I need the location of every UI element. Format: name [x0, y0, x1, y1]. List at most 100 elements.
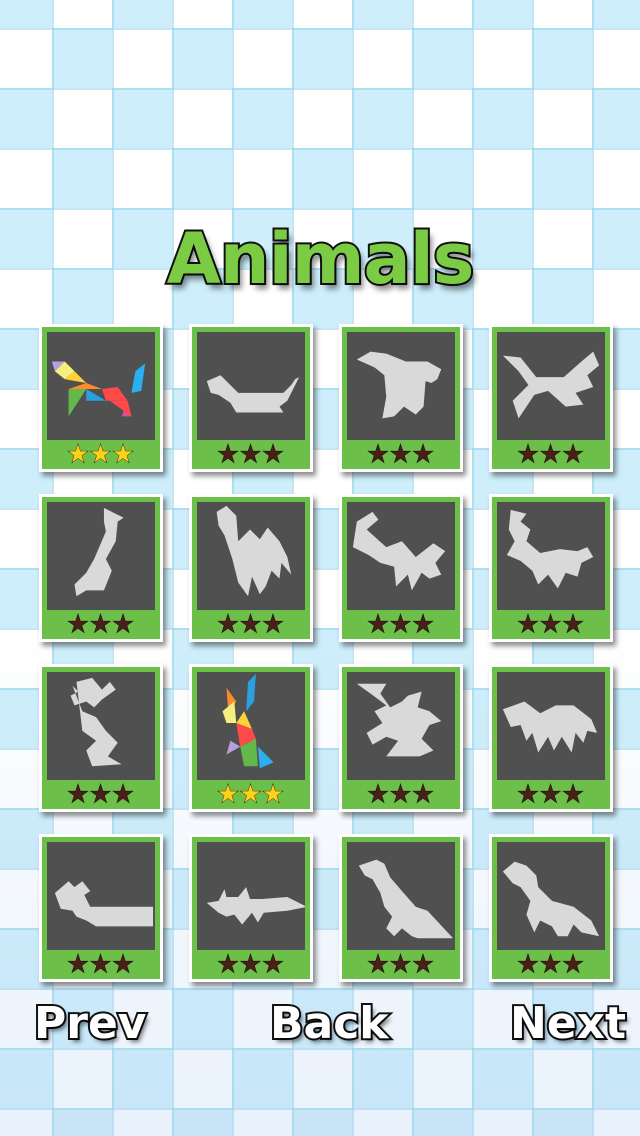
star-empty-icon: ★	[412, 440, 435, 468]
star-empty-icon: ★	[112, 610, 135, 638]
star-rating: ★★★	[42, 780, 160, 808]
level-thumbnail	[47, 842, 155, 950]
level-card-12[interactable]: ★★★	[489, 664, 613, 812]
level-thumbnail	[497, 502, 605, 610]
camel-silhouette-icon	[216, 505, 292, 597]
star-empty-icon: ★	[67, 610, 90, 638]
level-thumbnail	[47, 332, 155, 440]
level-thumbnail	[47, 502, 155, 610]
star-empty-icon: ★	[517, 950, 540, 978]
prev-button[interactable]: Prev	[32, 996, 149, 1051]
level-card-6[interactable]: ★★★	[189, 494, 313, 642]
star-rating: ★★★	[342, 440, 460, 468]
star-empty-icon: ★	[389, 610, 413, 638]
star-empty-icon: ★	[389, 440, 413, 468]
rabbit-silhouette-icon	[70, 677, 122, 767]
star-filled-icon: ★	[67, 440, 90, 468]
star-rating: ★★★	[492, 950, 610, 978]
level-thumbnail	[497, 332, 605, 440]
star-filled-icon: ★	[112, 440, 135, 468]
star-empty-icon: ★	[562, 780, 585, 808]
level-thumbnail	[347, 842, 455, 950]
star-empty-icon: ★	[517, 610, 540, 638]
star-empty-icon: ★	[539, 950, 563, 978]
star-empty-icon: ★	[262, 610, 285, 638]
level-card-16[interactable]: ★★★	[489, 834, 613, 982]
level-thumbnail	[197, 502, 305, 610]
star-rating: ★★★	[492, 610, 610, 638]
fox-silhouette-icon	[502, 351, 600, 419]
star-rating: ★★★	[192, 610, 310, 638]
level-card-4[interactable]: ★★★	[489, 324, 613, 472]
rabbit-colored-silhouette-icon	[222, 673, 274, 769]
level-card-13[interactable]: ★★★	[39, 834, 163, 982]
star-rating: ★★★	[42, 440, 160, 468]
star-empty-icon: ★	[539, 440, 563, 468]
level-thumbnail	[47, 672, 155, 780]
level-thumbnail	[197, 672, 305, 780]
star-empty-icon: ★	[112, 950, 135, 978]
level-card-15[interactable]: ★★★	[339, 834, 463, 982]
level-thumbnail	[347, 672, 455, 780]
dinosaur-silhouette-icon	[502, 861, 600, 937]
level-card-2[interactable]: ★★★	[189, 324, 313, 472]
level-thumbnail	[347, 332, 455, 440]
level-card-11[interactable]: ★★★	[339, 664, 463, 812]
level-thumbnail	[497, 672, 605, 780]
star-empty-icon: ★	[262, 440, 285, 468]
back-button[interactable]: Back	[268, 996, 391, 1051]
level-card-1[interactable]: ★★★	[39, 324, 163, 472]
star-rating: ★★★	[192, 440, 310, 468]
star-empty-icon: ★	[539, 610, 563, 638]
level-card-10[interactable]: ★★★	[189, 664, 313, 812]
deer-silhouette-icon	[506, 509, 594, 589]
star-empty-icon: ★	[217, 440, 240, 468]
star-empty-icon: ★	[539, 780, 563, 808]
star-empty-icon: ★	[239, 950, 263, 978]
star-empty-icon: ★	[367, 780, 390, 808]
star-empty-icon: ★	[367, 610, 390, 638]
star-empty-icon: ★	[239, 610, 263, 638]
giraffe-silhouette-icon	[74, 507, 124, 597]
star-empty-icon: ★	[517, 780, 540, 808]
horse-silhouette-icon	[356, 351, 442, 419]
star-rating: ★★★	[42, 950, 160, 978]
star-rating: ★★★	[192, 780, 310, 808]
star-filled-icon: ★	[262, 780, 285, 808]
star-empty-icon: ★	[239, 440, 263, 468]
level-card-3[interactable]: ★★★	[339, 324, 463, 472]
star-empty-icon: ★	[412, 780, 435, 808]
level-card-9[interactable]: ★★★	[39, 664, 163, 812]
star-empty-icon: ★	[89, 950, 113, 978]
star-empty-icon: ★	[389, 780, 413, 808]
level-card-7[interactable]: ★★★	[339, 494, 463, 642]
star-empty-icon: ★	[89, 780, 113, 808]
star-rating: ★★★	[342, 951, 460, 978]
star-rating: ★★★	[492, 440, 610, 468]
star-empty-icon: ★	[517, 440, 540, 468]
dog-colored-silhouette-icon	[51, 361, 146, 417]
level-card-8[interactable]: ★★★	[489, 494, 613, 642]
kangaroo-silhouette-icon	[358, 859, 454, 939]
star-empty-icon: ★	[262, 950, 285, 978]
next-button[interactable]: Next	[508, 996, 628, 1051]
star-empty-icon: ★	[67, 950, 90, 978]
star-empty-icon: ★	[217, 610, 240, 638]
star-rating: ★★★	[342, 780, 460, 808]
goat-silhouette-icon	[352, 511, 446, 591]
level-thumbnail	[497, 842, 605, 950]
level-thumbnail	[197, 332, 305, 440]
level-card-5[interactable]: ★★★	[39, 494, 163, 642]
level-card-14[interactable]: ★★★	[189, 834, 313, 982]
star-filled-icon: ★	[217, 780, 240, 808]
star-empty-icon: ★	[217, 950, 240, 978]
star-rating: ★★★	[42, 610, 160, 638]
level-thumbnail	[347, 502, 455, 610]
star-empty-icon: ★	[67, 780, 90, 808]
star-empty-icon: ★	[89, 610, 113, 638]
star-empty-icon: ★	[412, 610, 435, 638]
star-rating: ★★★	[492, 780, 610, 808]
squirrel-silhouette-icon	[356, 683, 442, 757]
bear-silhouette-icon	[502, 701, 598, 753]
star-filled-icon: ★	[239, 780, 263, 808]
